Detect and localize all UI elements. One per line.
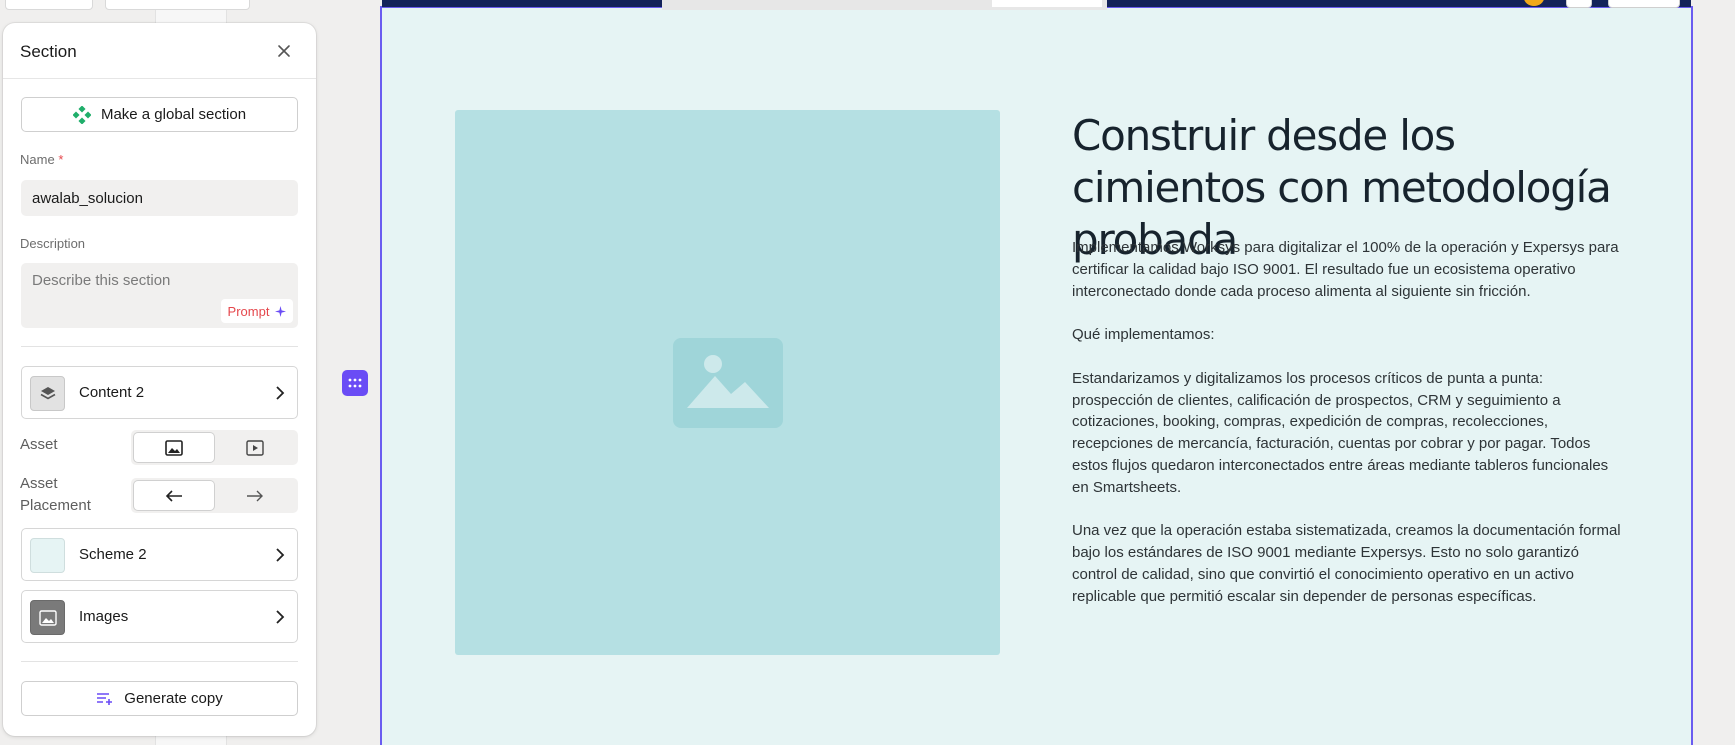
images-thumb (30, 600, 65, 635)
placement-left-option[interactable] (134, 481, 214, 510)
video-play-icon (246, 439, 264, 456)
toolbar-button[interactable] (1566, 0, 1592, 8)
placement-right-option[interactable] (215, 481, 295, 510)
scheme-swatch (30, 538, 65, 573)
scheme-selector[interactable]: Scheme 2 (21, 528, 298, 581)
toolbar-button[interactable] (1608, 0, 1680, 8)
image-placeholder-icon (672, 337, 783, 428)
section-paragraph: Estandarizamos y digitalizamos los proce… (1072, 369, 1609, 496)
divider (21, 346, 298, 347)
panel-header: Section (3, 23, 316, 79)
section-paragraph: Qué implementamos: (1072, 326, 1215, 344)
prompt-label: Prompt (227, 303, 270, 319)
section-paragraph: Implementamos Worksys para digitalizar e… (1072, 239, 1619, 300)
image-icon (165, 439, 183, 456)
chevron-right-icon (276, 386, 285, 400)
description-label: Description (20, 236, 86, 251)
make-global-section-button[interactable]: Make a global section (21, 97, 298, 132)
arrow-left-icon (165, 489, 182, 502)
section-paragraph: Una vez que la operación estaba sistemat… (1072, 522, 1621, 605)
asset-image-option[interactable] (134, 433, 214, 462)
divider (21, 661, 298, 662)
name-label-text: Name (20, 152, 55, 167)
previous-section-strip-button (992, 0, 1102, 7)
generate-copy-button[interactable]: Generate copy (21, 681, 298, 716)
scheme-label: Scheme 2 (79, 546, 147, 563)
background-tab (105, 0, 250, 10)
image-icon (38, 609, 57, 626)
content-thumb (30, 376, 65, 411)
arrow-right-icon (247, 490, 263, 501)
section-drag-handle[interactable] (342, 370, 368, 396)
asset-video-option[interactable] (215, 433, 295, 462)
content-selector[interactable]: Content 2 (21, 366, 298, 419)
name-field[interactable]: awalab_solucion (21, 180, 298, 216)
images-selector[interactable]: Images (21, 590, 298, 643)
close-icon[interactable] (273, 40, 295, 62)
section-body: Implementamos Worksys para digitalizar e… (1072, 237, 1622, 629)
section-image-placeholder[interactable] (455, 110, 1000, 655)
text-lines-plus-icon (97, 692, 113, 705)
description-placeholder: Describe this section (32, 272, 171, 289)
images-label: Images (79, 608, 129, 625)
required-mark: * (58, 152, 64, 167)
chevron-right-icon (276, 548, 285, 562)
background-tab (5, 0, 93, 10)
prompt-button[interactable]: Prompt (221, 299, 293, 323)
chevron-right-icon (276, 610, 285, 624)
sparkle-icon (275, 305, 287, 317)
section-settings-panel: Section Make a global section Name * awa… (3, 23, 316, 736)
make-global-section-label: Make a global section (100, 106, 247, 123)
layers-icon (40, 386, 55, 399)
asset-label: Asset (20, 436, 58, 453)
content-label: Content 2 (79, 384, 145, 401)
canvas-margin (1693, 0, 1735, 745)
name-label: Name * (20, 152, 63, 167)
asset-type-toggle (131, 430, 298, 465)
component-diamond-icon (72, 105, 91, 124)
panel-title: Section (20, 42, 77, 61)
asset-placement-label: Asset Placement (20, 475, 91, 514)
asset-placement-toggle (131, 478, 298, 513)
generate-copy-label: Generate copy (124, 690, 223, 707)
grip-dots-icon (348, 378, 362, 388)
description-field[interactable]: Describe this section Prompt (21, 263, 298, 328)
